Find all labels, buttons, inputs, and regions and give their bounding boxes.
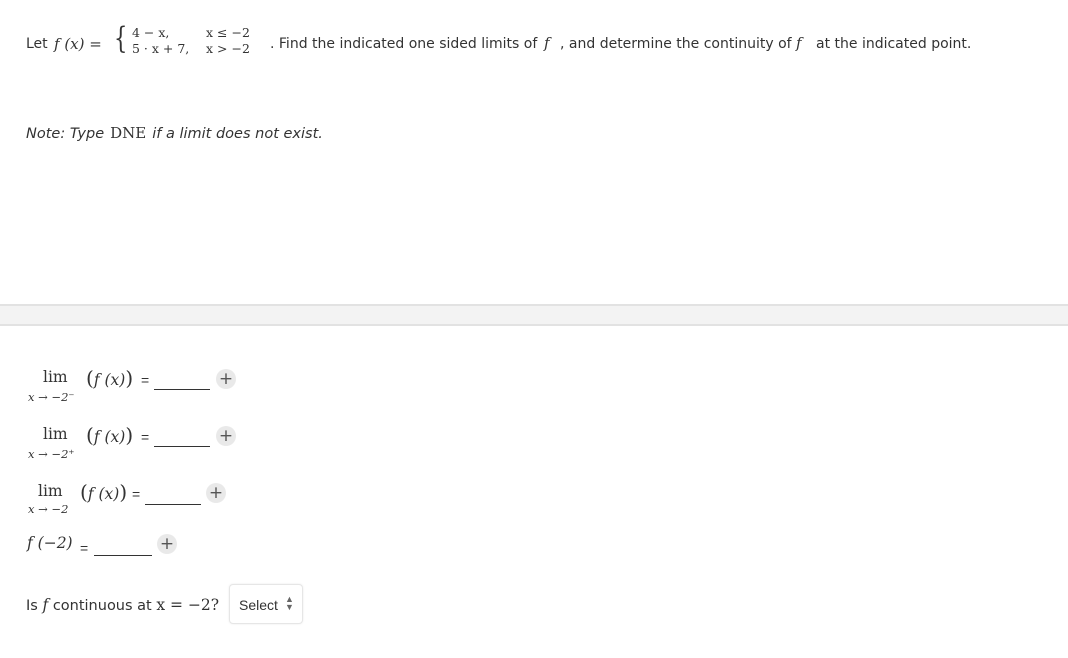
lim-expr-right: (f (x)) <box>86 423 134 447</box>
instruction-text-2: , and determine the continuity of <box>560 36 792 52</box>
add-answer-two-sided-limit-button[interactable]: + <box>206 483 226 503</box>
select-label: Select <box>239 597 278 613</box>
let-text: Let <box>26 36 48 52</box>
lim-label-two-sided: lim <box>38 482 63 500</box>
lim-label-right: lim <box>43 425 68 443</box>
piecewise-brace: { <box>114 21 128 56</box>
continuity-select[interactable]: Select ▲ ▼ <box>229 584 303 624</box>
instruction-text: . Find the indicated one sided limits of <box>270 36 538 52</box>
lim-sub-left: x → −2⁻ <box>28 390 75 404</box>
answer-blank-two-sided-limit[interactable] <box>145 504 201 505</box>
answer-blank-left-limit[interactable] <box>154 389 210 390</box>
instruction-text-3: at the indicated point. <box>816 36 972 52</box>
f-symbol-2: f <box>796 34 802 52</box>
value-equals: = <box>80 540 89 556</box>
piece-1-cond: x ≤ −2 <box>206 25 250 40</box>
add-answer-right-limit-button[interactable]: + <box>216 426 236 446</box>
answer-blank-function-value[interactable] <box>94 555 152 556</box>
piece-1-expr: 4 − x, <box>132 25 170 40</box>
dne-note: Note: Type DNE if a limit does not exist. <box>26 124 323 142</box>
value-expr: f (−2) <box>27 534 73 552</box>
lim-sub-right: x → −2⁺ <box>28 447 75 461</box>
continuity-f-symbol: f <box>42 596 49 614</box>
add-answer-function-value-button[interactable]: + <box>157 534 177 554</box>
section-divider <box>0 304 1068 326</box>
lim-label-left: lim <box>43 368 68 386</box>
continuity-question: Is f continuous at x = −2? <box>26 596 219 614</box>
lim-sub-two-sided: x → −2 <box>28 502 69 516</box>
dne-keyword: DNE <box>110 124 147 142</box>
add-answer-left-limit-button[interactable]: + <box>216 369 236 389</box>
lim-equals-left: = <box>141 372 150 388</box>
select-updown-icon: ▲ ▼ <box>285 594 294 612</box>
piece-2-cond: x > −2 <box>206 41 250 56</box>
answer-blank-right-limit[interactable] <box>154 446 210 447</box>
piece-2-expr: 5 · x + 7, <box>132 41 190 56</box>
continuity-middle: continuous at <box>52 598 152 614</box>
continuity-prefix: Is <box>26 598 38 614</box>
lim-expr-two-sided: (f (x)) <box>80 480 128 504</box>
lim-equals-two-sided: = <box>132 486 141 502</box>
f-symbol-1: f <box>544 34 550 52</box>
lim-equals-right: = <box>141 429 150 445</box>
note-suffix: if a limit does not exist. <box>152 126 323 142</box>
function-lhs: f (x) = <box>54 35 102 53</box>
continuity-point: x = −2? <box>156 596 220 614</box>
lim-expr-left: (f (x)) <box>86 366 134 390</box>
note-prefix: Note: Type <box>26 126 105 142</box>
